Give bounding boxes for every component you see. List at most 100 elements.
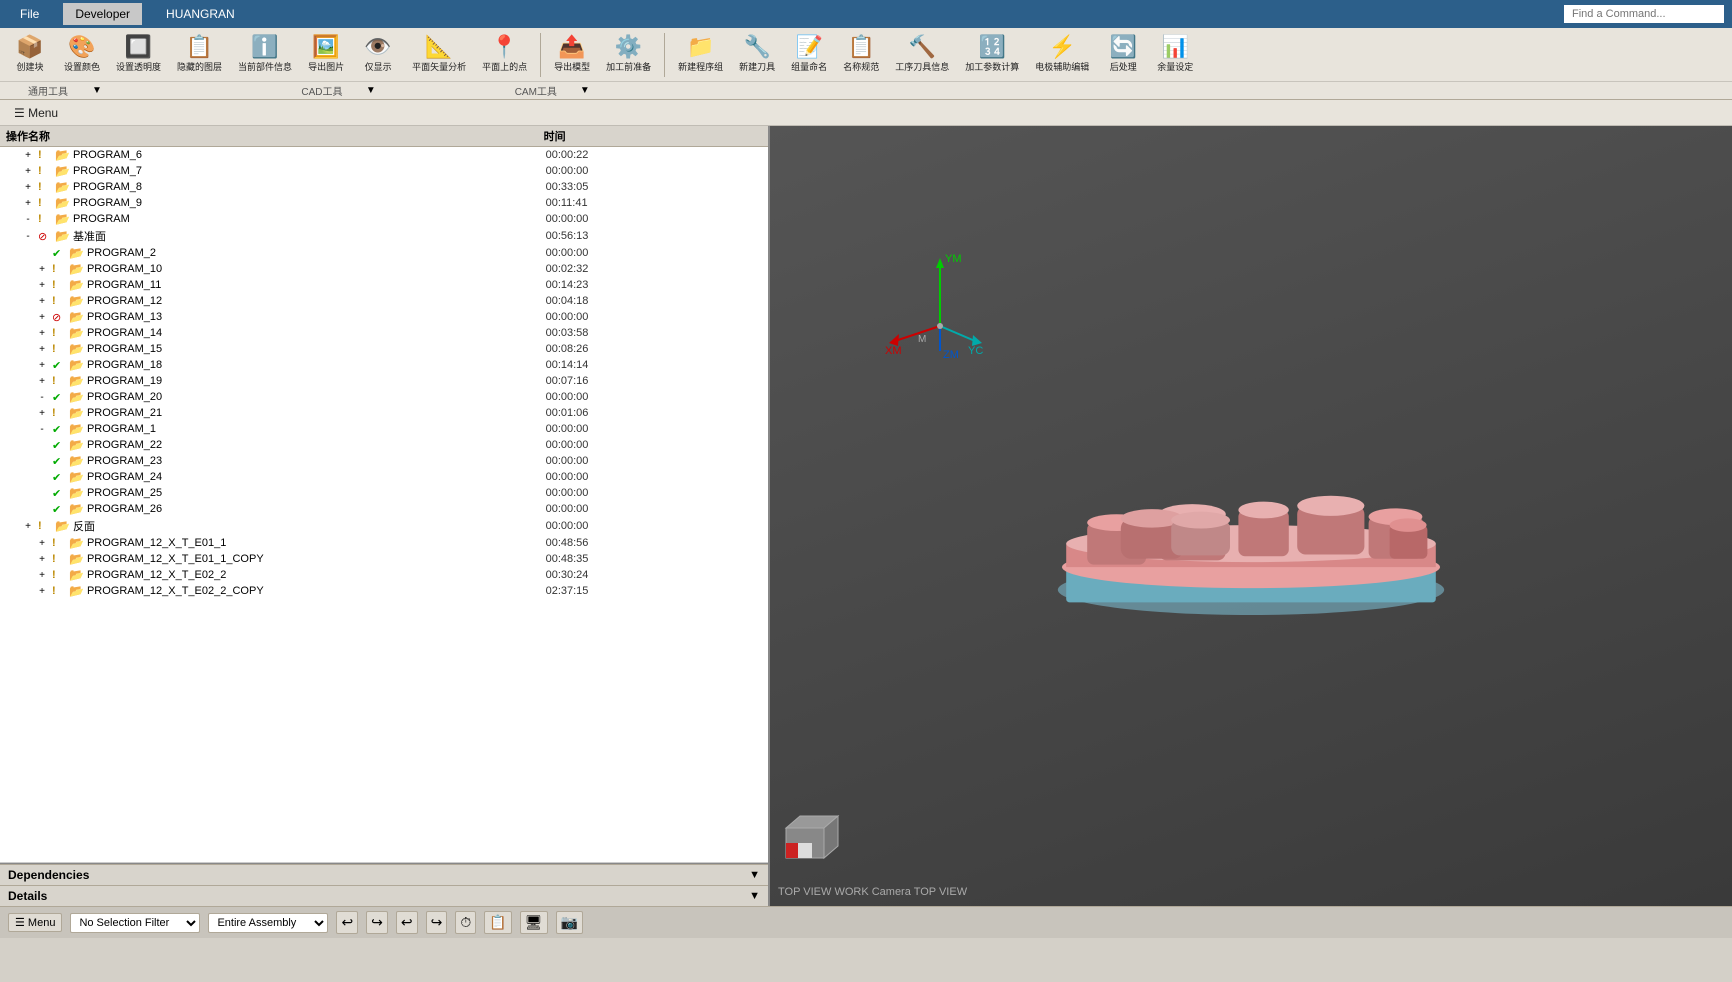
general-tools-dropdown[interactable]: ▼ xyxy=(92,85,102,96)
table-row[interactable]: +!📂PROGRAM_600:00:22 xyxy=(0,147,768,164)
expand-button[interactable]: + xyxy=(35,408,49,419)
table-row[interactable]: +!📂PROGRAM_1500:08:26 xyxy=(0,341,768,357)
table-row[interactable]: ✔📂PROGRAM_200:00:00 xyxy=(0,245,768,261)
cam-prep-label: 加工前准备 xyxy=(606,60,651,73)
expand-button[interactable]: - xyxy=(35,424,49,435)
table-row[interactable]: +!📂PROGRAM_1900:07:16 xyxy=(0,373,768,389)
undo-button[interactable]: ↩ xyxy=(336,911,358,934)
dependencies-header[interactable]: Dependencies ▼ xyxy=(0,864,768,885)
cad-tools-dropdown[interactable]: ▼ xyxy=(366,85,376,96)
tab-file[interactable]: File xyxy=(8,3,51,25)
expand-button[interactable]: + xyxy=(21,150,35,161)
set-color-button[interactable]: 🎨 设置颜色 xyxy=(58,32,106,77)
forward-button[interactable]: ↪ xyxy=(426,911,448,934)
table-row[interactable]: ✔📂PROGRAM_2400:00:00 xyxy=(0,469,768,485)
expand-button[interactable]: + xyxy=(21,198,35,209)
cam-prep-button[interactable]: ⚙️ 加工前准备 xyxy=(600,32,657,77)
table-row[interactable]: +!📂PROGRAM_700:00:00 xyxy=(0,163,768,179)
expand-button[interactable]: + xyxy=(35,538,49,549)
table-row[interactable]: -!📂PROGRAM00:00:00 xyxy=(0,211,768,227)
expand-button[interactable]: + xyxy=(35,554,49,565)
redo-button[interactable]: ↪ xyxy=(366,911,388,934)
expand-button[interactable]: + xyxy=(21,182,35,193)
expand-button[interactable]: + xyxy=(35,360,49,371)
table-row[interactable]: +!📂PROGRAM_12_X_T_E01_1_COPY00:48:35 xyxy=(0,551,768,567)
remaining-set-button[interactable]: 📊 余量设定 xyxy=(1151,32,1199,77)
cam-tools-dropdown[interactable]: ▼ xyxy=(580,85,590,96)
expand-button[interactable]: + xyxy=(35,376,49,387)
create-block-button[interactable]: 📦 创建块 xyxy=(6,32,54,77)
expand-button[interactable]: + xyxy=(35,586,49,597)
expand-button[interactable]: + xyxy=(35,264,49,275)
expand-button[interactable]: + xyxy=(35,296,49,307)
tool-info-button[interactable]: 🔨 工序刀具信息 xyxy=(889,32,955,77)
table-row[interactable]: +✔📂PROGRAM_1800:14:14 xyxy=(0,357,768,373)
details-header[interactable]: Details ▼ xyxy=(0,885,768,906)
hide-layer-button[interactable]: 📋 隐藏的图层 xyxy=(171,32,228,77)
timer-button[interactable]: ⏱ xyxy=(455,911,476,934)
main-menu-button[interactable]: ☰ Menu xyxy=(8,104,64,122)
plane-points-button[interactable]: 📍 平面上的点 xyxy=(476,32,533,77)
electrode-edit-button[interactable]: ⚡ 电极辅助编辑 xyxy=(1029,32,1095,77)
time-cell: 00:00:00 xyxy=(538,309,768,325)
expand-button[interactable]: + xyxy=(35,280,49,291)
new-tool-button[interactable]: 🔧 新建刀具 xyxy=(733,32,781,77)
item-label: 反面 xyxy=(73,518,95,534)
table-row[interactable]: -⊘📂基准面00:56:13 xyxy=(0,227,768,245)
assembly-filter-select[interactable]: Entire AssemblyWork Part Only xyxy=(208,913,328,933)
export-map-button[interactable]: 🖼️ 导出图片 xyxy=(302,32,350,77)
table-row[interactable]: ✔📂PROGRAM_2600:00:00 xyxy=(0,501,768,517)
table-row[interactable]: ✔📂PROGRAM_2200:00:00 xyxy=(0,437,768,453)
table-row[interactable]: +!📂PROGRAM_1200:04:18 xyxy=(0,293,768,309)
expand-button[interactable]: + xyxy=(21,521,35,532)
table-row[interactable]: -✔📂PROGRAM_2000:00:00 xyxy=(0,389,768,405)
table-row[interactable]: ✔📂PROGRAM_2500:00:00 xyxy=(0,485,768,501)
back-button[interactable]: ↩ xyxy=(396,911,418,934)
time-cell: 00:30:24 xyxy=(538,567,768,583)
operation-tree[interactable]: 操作名称 时间 +!📂PROGRAM_600:00:22+!📂PROGRAM_7… xyxy=(0,126,768,863)
clipboard-button[interactable]: 📋 xyxy=(484,911,511,934)
3d-viewport[interactable]: YM XM YC ZM xyxy=(770,126,1732,906)
expand-button[interactable]: - xyxy=(35,392,49,403)
status-icon: ⊘ xyxy=(52,311,66,324)
expand-button[interactable]: - xyxy=(21,231,35,242)
selection-filter-select[interactable]: No Selection FilterFeature FilterBody Fi… xyxy=(70,913,200,933)
expand-button[interactable]: + xyxy=(21,166,35,177)
current-part-button[interactable]: ℹ️ 当前部件信息 xyxy=(232,32,298,77)
table-row[interactable]: +!📂PROGRAM_12_X_T_E02_200:30:24 xyxy=(0,567,768,583)
screen-button[interactable]: 🖥 xyxy=(520,911,548,934)
plane-analysis-button[interactable]: 📐 平面矢量分析 xyxy=(406,32,472,77)
machining-params-button[interactable]: 🔢 加工参数计算 xyxy=(959,32,1025,77)
table-row[interactable]: ✔📂PROGRAM_2300:00:00 xyxy=(0,453,768,469)
table-row[interactable]: -✔📂PROGRAM_100:00:00 xyxy=(0,421,768,437)
post-process-button[interactable]: 🔄 后处理 xyxy=(1099,32,1147,77)
tab-developer[interactable]: Developer xyxy=(63,3,142,25)
tab-huangran[interactable]: HUANGRAN xyxy=(154,3,247,25)
table-row[interactable]: +!📂PROGRAM_900:11:41 xyxy=(0,195,768,211)
camera-button[interactable]: 📷 xyxy=(556,911,583,934)
view-cube[interactable] xyxy=(778,808,843,876)
table-row[interactable]: +!📂PROGRAM_1400:03:58 xyxy=(0,325,768,341)
expand-button[interactable]: - xyxy=(21,214,35,225)
table-row[interactable]: +!📂PROGRAM_12_X_T_E02_2_COPY02:37:15 xyxy=(0,583,768,599)
status-menu-button[interactable]: ☰ Menu xyxy=(8,913,62,932)
show-only-button[interactable]: 👁️ 仅显示 xyxy=(354,32,402,77)
expand-button[interactable]: + xyxy=(35,312,49,323)
new-program-button[interactable]: 📁 新建程序组 xyxy=(672,32,729,77)
3d-model xyxy=(1041,426,1461,626)
table-row[interactable]: +!📂PROGRAM_2100:01:06 xyxy=(0,405,768,421)
naming-rule-button[interactable]: 📋 名称规范 xyxy=(837,32,885,77)
table-row[interactable]: +!📂PROGRAM_1100:14:23 xyxy=(0,277,768,293)
expand-button[interactable]: + xyxy=(35,344,49,355)
expand-button[interactable]: + xyxy=(35,328,49,339)
set-transparent-button[interactable]: 🔲 设置透明度 xyxy=(110,32,167,77)
table-row[interactable]: +⊘📂PROGRAM_1300:00:00 xyxy=(0,309,768,325)
table-row[interactable]: +!📂PROGRAM_12_X_T_E01_100:48:56 xyxy=(0,535,768,551)
table-row[interactable]: +!📂PROGRAM_1000:02:32 xyxy=(0,261,768,277)
tool-qty-button[interactable]: 📝 组量命名 xyxy=(785,32,833,77)
table-row[interactable]: +!📂PROGRAM_800:33:05 xyxy=(0,179,768,195)
expand-button[interactable]: + xyxy=(35,570,49,581)
find-command-input[interactable] xyxy=(1564,5,1724,23)
table-row[interactable]: +!📂反面00:00:00 xyxy=(0,517,768,535)
export-model-button[interactable]: 📤 导出模型 xyxy=(548,32,596,77)
